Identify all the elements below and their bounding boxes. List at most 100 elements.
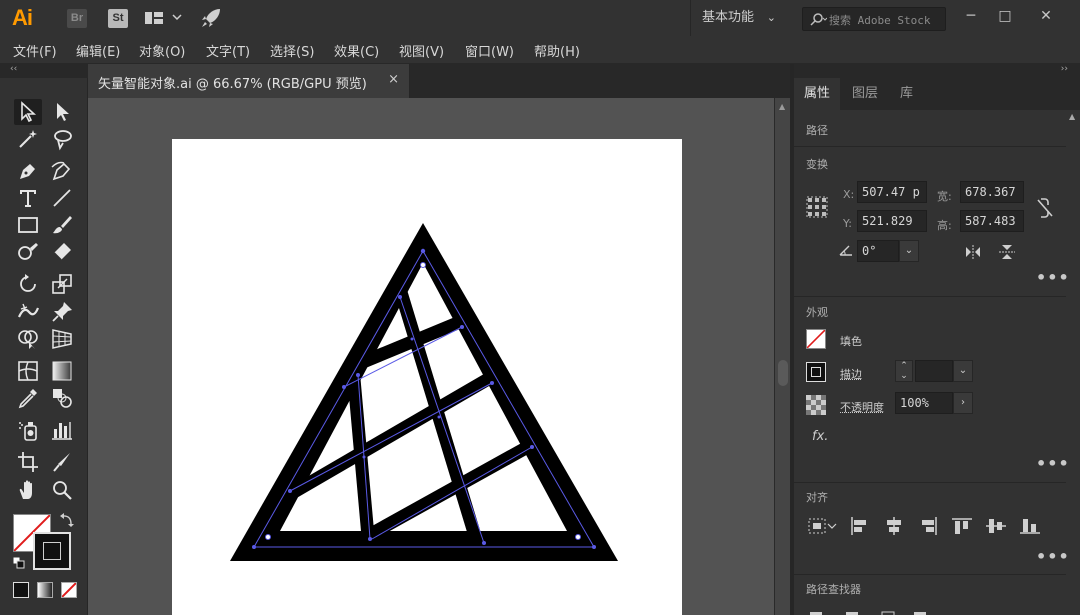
panel-scroll-up-icon[interactable]: ▲ [1069, 112, 1075, 121]
canvas-vertical-scrollbar[interactable]: ▲ [774, 98, 790, 615]
rotate-tool[interactable] [14, 271, 42, 297]
close-document-button[interactable]: × [388, 72, 399, 87]
restore-button[interactable]: □ [990, 2, 1020, 30]
menu-type[interactable]: 文字(T) [206, 41, 250, 60]
scroll-up-arrow-icon[interactable]: ▲ [779, 102, 785, 111]
eraser-tool[interactable] [48, 239, 76, 265]
menu-edit[interactable]: 编辑(E) [76, 41, 120, 60]
curvature-tool[interactable] [48, 158, 76, 184]
reference-point-button[interactable] [806, 196, 828, 222]
workspace-switcher[interactable]: 基本功能 ⌄ [690, 0, 786, 36]
transform-more-button[interactable]: ••• [1036, 268, 1070, 287]
pathfinder-buttons[interactable] [810, 607, 930, 615]
rectangle-tool[interactable] [14, 212, 42, 238]
align-to-selection-button[interactable] [808, 517, 838, 539]
paintbrush-tool[interactable] [48, 212, 76, 238]
hand-tool[interactable] [14, 477, 42, 503]
bridge-button[interactable]: Br [67, 9, 87, 28]
flip-horizontal-button[interactable] [964, 244, 982, 264]
align-top-button[interactable] [952, 517, 972, 539]
tab-properties[interactable]: 属性 [794, 78, 841, 110]
color-mode-button[interactable] [13, 582, 29, 598]
menu-window[interactable]: 窗口(W) [465, 41, 514, 60]
symbol-sprayer-tool[interactable] [14, 417, 42, 443]
stroke-weight-field[interactable] [915, 360, 953, 382]
stroke-weight-stepper[interactable]: ⌃ ⌄ [895, 360, 913, 382]
artboard-tool[interactable] [14, 449, 42, 475]
direct-selection-tool[interactable] [48, 99, 76, 125]
opacity-expand-button[interactable]: › [953, 392, 973, 414]
mesh-tool[interactable] [14, 358, 42, 384]
gradient-mode-button[interactable] [37, 582, 53, 598]
canvas-area[interactable] [88, 98, 774, 615]
menu-file[interactable]: 文件(F) [13, 41, 57, 60]
gradient-tool[interactable] [48, 358, 76, 384]
close-window-button[interactable]: ✕ [1031, 2, 1061, 30]
tab-libraries[interactable]: 库 [900, 78, 913, 110]
collapse-panel-button[interactable]: ›› [1061, 64, 1068, 74]
perspective-grid-tool[interactable] [48, 326, 76, 352]
angle-icon [838, 243, 854, 261]
pushpin-icon [52, 302, 72, 322]
width-tool[interactable] [14, 299, 42, 325]
pen-tool[interactable] [14, 158, 42, 184]
stroke-color-swatch[interactable] [806, 362, 826, 382]
y-field[interactable]: 521.829 [857, 210, 927, 232]
selection-tool[interactable] [14, 99, 42, 125]
gpu-performance-button[interactable] [200, 7, 222, 29]
menu-view[interactable]: 视图(V) [399, 41, 444, 60]
align-right-button[interactable] [918, 517, 938, 539]
menu-object[interactable]: 对象(O) [139, 41, 185, 60]
align-bottom-button[interactable] [1020, 517, 1040, 539]
puppet-warp-tool[interactable] [48, 299, 76, 325]
stroke-weight-dropdown[interactable]: ⌄ [953, 360, 973, 382]
scale-tool[interactable] [48, 271, 76, 297]
shaper-tool[interactable] [14, 239, 42, 265]
document-tab[interactable]: 矢量智能对象.ai @ 66.67% (RGB/GPU 预览) × [88, 64, 410, 98]
collapse-toolbar-button[interactable]: ‹‹ [10, 64, 17, 74]
rotate-angle-field[interactable]: 0° [857, 240, 899, 262]
arrange-documents-button[interactable] [145, 10, 185, 26]
stock-search-input[interactable]: 搜索 Adobe Stock [802, 7, 946, 31]
swap-fill-stroke-button[interactable] [58, 512, 76, 528]
stock-button[interactable]: St [108, 9, 128, 28]
magic-wand-tool[interactable] [14, 126, 42, 152]
blend-tool[interactable] [48, 385, 76, 411]
eyedropper-tool[interactable] [14, 385, 42, 411]
triangle-grid-artwork[interactable] [172, 139, 682, 615]
panel-scrollbar[interactable]: ▲ [1066, 110, 1080, 615]
fill-color-swatch[interactable] [806, 329, 826, 349]
type-tool[interactable] [14, 185, 42, 211]
line-segment-tool[interactable] [48, 185, 76, 211]
menu-effect[interactable]: 效果(C) [334, 41, 379, 60]
column-graph-tool[interactable] [48, 417, 76, 443]
scrollbar-thumb[interactable] [778, 360, 788, 386]
align-horizontal-center-button[interactable] [884, 517, 904, 539]
menu-select[interactable]: 选择(S) [270, 41, 314, 60]
x-field[interactable]: 507.47 p [857, 181, 927, 203]
align-left-button[interactable] [850, 517, 870, 539]
opacity-field[interactable]: 100% [895, 392, 953, 414]
stroke-label[interactable]: 描边 [840, 366, 862, 382]
zoom-tool[interactable] [48, 477, 76, 503]
default-fill-stroke-button[interactable] [12, 556, 25, 569]
menu-help[interactable]: 帮助(H) [534, 41, 580, 60]
fx-effects-button[interactable]: fx. [812, 429, 828, 444]
none-mode-button[interactable] [61, 582, 77, 598]
lasso-tool[interactable] [48, 126, 76, 152]
width-field[interactable]: 678.367 [960, 181, 1024, 203]
angle-dropdown-button[interactable]: ⌄ [899, 240, 919, 262]
flip-vertical-button[interactable] [998, 244, 1016, 264]
tab-layers[interactable]: 图层 [852, 78, 878, 110]
height-field[interactable]: 587.483 [960, 210, 1024, 232]
minimize-button[interactable]: ─ [956, 2, 986, 30]
align-vertical-center-button[interactable] [986, 517, 1006, 539]
artboard[interactable] [172, 139, 682, 615]
opacity-label[interactable]: 不透明度 [840, 399, 884, 415]
shape-builder-tool[interactable] [14, 326, 42, 352]
stroke-swatch[interactable] [33, 532, 71, 570]
align-more-button[interactable]: ••• [1036, 547, 1070, 566]
appearance-more-button[interactable]: ••• [1036, 454, 1070, 473]
slice-tool[interactable] [48, 449, 76, 475]
constrain-proportions-button[interactable] [1034, 196, 1056, 224]
